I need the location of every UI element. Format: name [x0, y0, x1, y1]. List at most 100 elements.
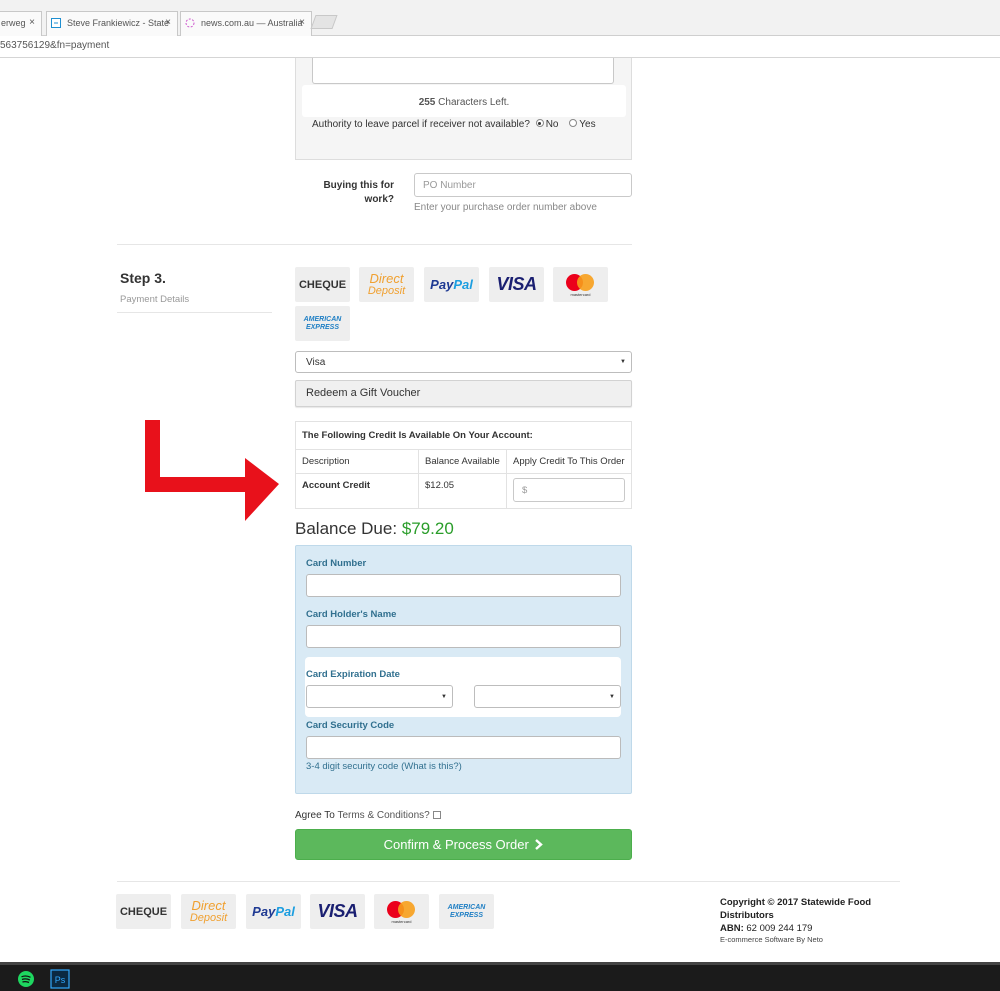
address-text: 563756129&fn=payment: [0, 40, 110, 51]
abn: ABN: 62 009 244 179: [720, 922, 871, 935]
characters-suffix: Characters Left.: [438, 97, 510, 108]
po-label-line2: work?: [364, 194, 394, 205]
close-icon[interactable]: ×: [299, 17, 305, 28]
paypal-pal: Pal: [275, 904, 295, 919]
ecom-prefix: E-commerce Software By: [720, 935, 806, 944]
visa-button[interactable]: VISA: [489, 267, 544, 302]
spotify-icon[interactable]: [16, 969, 36, 989]
redeem-gift-voucher-button[interactable]: Redeem a Gift Voucher: [295, 380, 632, 407]
credit-heading: The Following Credit Is Available On You…: [295, 421, 632, 450]
what-is-this-link[interactable]: (What is this?): [401, 761, 462, 772]
expiry-year-select[interactable]: ▼: [474, 685, 621, 708]
po-number-input[interactable]: PO Number: [414, 173, 632, 197]
footer-amex-logo: AMERICAN EXPRESS: [439, 894, 494, 929]
svg-text:Ps: Ps: [55, 975, 66, 985]
card-security-input[interactable]: [306, 736, 621, 759]
balance-amount: $79.20: [401, 519, 454, 538]
new-tab-button[interactable]: [310, 15, 338, 29]
direct-line1: Direct: [369, 270, 404, 286]
terms-link[interactable]: Terms & Conditions?: [337, 810, 429, 821]
table-row: The Following Credit Is Available On You…: [295, 421, 632, 450]
paypal-pay: Pay: [430, 277, 454, 292]
authority-no-radio[interactable]: [535, 119, 544, 128]
mastercard-button[interactable]: mastercard: [553, 267, 608, 302]
browser-tab[interactable]: news.com.au — Australia ×: [180, 11, 312, 36]
col-description: Description: [295, 449, 419, 474]
copyright-line1: Copyright © 2017 Statewide Food: [720, 897, 872, 908]
table-row: Account Credit $12.05 $: [295, 473, 632, 509]
footer-visa-logo: VISA: [310, 894, 365, 929]
mastercard-text: mastercard: [391, 918, 412, 924]
section-divider: [117, 244, 632, 245]
authority-no-label: No: [545, 119, 559, 130]
card-holder-input[interactable]: [306, 625, 621, 648]
card-number-label: Card Number: [306, 558, 367, 569]
confirm-order-button[interactable]: Confirm & Process Order: [295, 829, 632, 860]
amex-button[interactable]: AMERICAN EXPRESS: [295, 306, 350, 341]
paypal-button[interactable]: PayPal: [424, 267, 479, 302]
address-bar[interactable]: 563756129&fn=payment: [0, 36, 1000, 58]
balance-due: Balance Due: $79.20: [295, 519, 454, 539]
abn-label: ABN:: [720, 923, 744, 934]
cheque-button[interactable]: CHEQUE: [295, 267, 350, 302]
table-row: Description Balance Available Apply Cred…: [295, 449, 632, 474]
tab-title: Steve Frankiewicz - State: [67, 18, 170, 28]
card-number-input[interactable]: [306, 574, 621, 597]
footer-cheque-logo: CHEQUE: [116, 894, 171, 929]
step-divider: [117, 312, 272, 313]
amex-logo: AMERICAN EXPRESS: [448, 904, 486, 920]
agree-terms: Agree To Terms & Conditions?: [295, 810, 441, 821]
po-label: Buying this for work?: [300, 179, 394, 207]
footer-divider: [117, 881, 900, 882]
paypal-pay: Pay: [252, 904, 276, 919]
agree-checkbox[interactable]: [432, 811, 441, 820]
direct-deposit-logo: Direct Deposit: [368, 270, 405, 297]
visa-logo: VISA: [496, 274, 537, 294]
agree-prefix: Agree To: [295, 810, 335, 821]
browser-tab[interactable]: erweg ×: [0, 11, 42, 36]
security-hint-text: 3-4 digit security code: [306, 761, 399, 772]
balance-label: Balance Due:: [295, 519, 398, 538]
col-apply: Apply Credit To This Order: [506, 449, 632, 474]
visa-logo: VISA: [317, 901, 358, 921]
credit-table: The Following Credit Is Available On You…: [295, 421, 632, 509]
ecommerce-credit: E-commerce Software By Neto: [720, 935, 871, 945]
direct-deposit-logo: Direct Deposit: [189, 899, 228, 924]
payment-method-select[interactable]: Visa ▼: [295, 351, 632, 373]
footer-copyright: Copyright © 2017 Statewide Food Distribu…: [720, 896, 871, 945]
close-icon[interactable]: ×: [29, 17, 35, 28]
cheque-label: CHEQUE: [119, 905, 168, 918]
red-arrow-icon: [145, 420, 279, 521]
apply-credit-placeholder: $: [522, 485, 528, 496]
payment-method-selected: Visa: [306, 356, 326, 368]
mastercard-logo: mastercard: [385, 899, 419, 925]
neto-link[interactable]: Neto: [807, 935, 823, 944]
abn-value: 62 009 244 179: [746, 923, 813, 934]
characters-left: 255 Characters Left.: [302, 85, 626, 117]
caret-down-icon: ▼: [441, 693, 447, 700]
tab-title: news.com.au — Australia: [201, 18, 303, 28]
po-label-line1: Buying this for: [323, 180, 394, 191]
mastercard-logo: mastercard: [564, 272, 598, 298]
authority-yes-radio[interactable]: [569, 119, 578, 128]
authority-question: Authority to leave parcel if receiver no…: [312, 119, 530, 130]
credit-apply-cell: $: [506, 473, 632, 509]
expiry-month-select[interactable]: ▼: [306, 685, 453, 708]
delivery-instructions-textarea[interactable]: [312, 58, 614, 84]
footer-direct-deposit-logo: Direct Deposit: [181, 894, 236, 929]
po-hint: Enter your purchase order number above: [414, 202, 597, 213]
mastercard-text: mastercard: [570, 291, 591, 297]
footer-mastercard-logo: mastercard: [374, 894, 429, 929]
browser-tab[interactable]: Steve Frankiewicz - State ×: [46, 11, 178, 36]
authority-to-leave: Authority to leave parcel if receiver no…: [312, 119, 596, 130]
apply-credit-input[interactable]: $: [513, 478, 625, 502]
direct-line2: Deposit: [189, 911, 228, 924]
footer-paypal-logo: PayPal: [246, 894, 301, 929]
amex-line1: AMERICAN: [303, 315, 342, 323]
paypal-pal: Pal: [453, 277, 473, 292]
direct-deposit-button[interactable]: Direct Deposit: [359, 267, 414, 302]
credit-description: Account Credit: [295, 473, 419, 509]
photoshop-icon[interactable]: Ps: [50, 969, 70, 989]
card-expiry-label: Card Expiration Date: [306, 669, 400, 680]
close-icon[interactable]: ×: [165, 17, 171, 28]
